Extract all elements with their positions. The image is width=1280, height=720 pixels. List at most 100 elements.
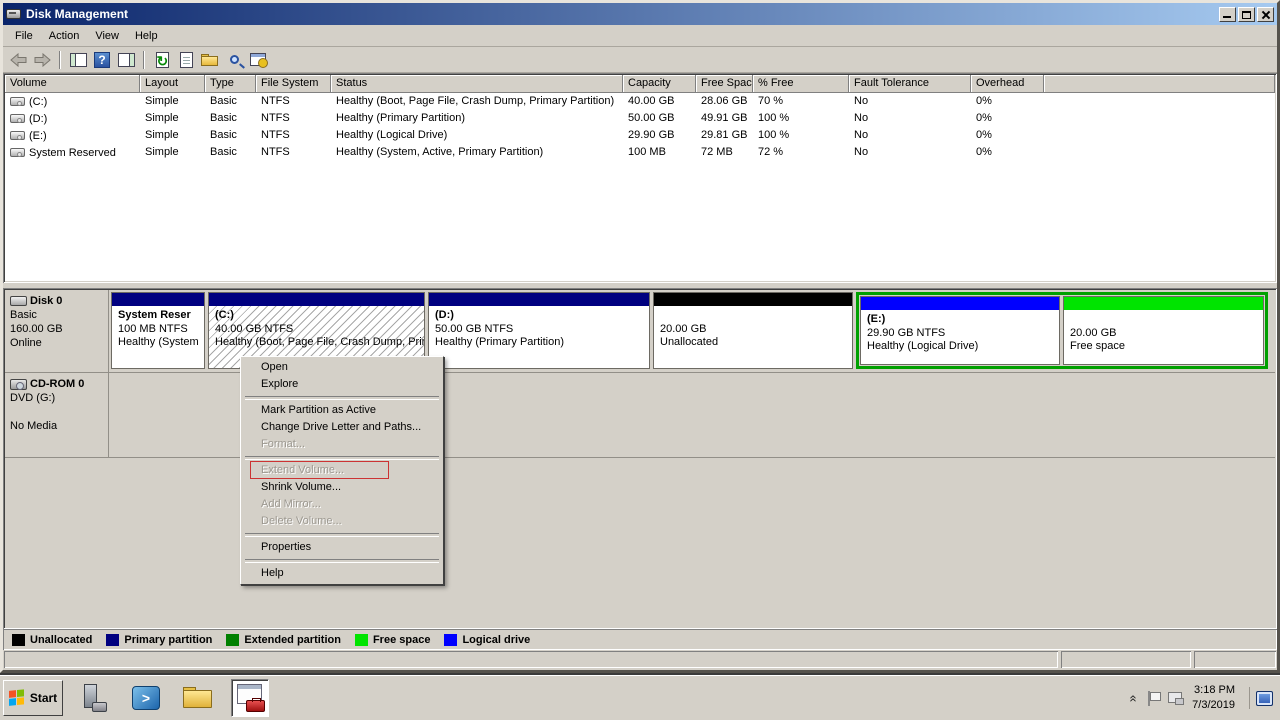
disk-name: CD-ROM 0 bbox=[10, 377, 105, 391]
start-button[interactable]: Start bbox=[3, 680, 63, 716]
column-header-overhead[interactable]: Overhead bbox=[971, 75, 1044, 93]
context-menu-separator bbox=[243, 453, 441, 462]
context-menu-item-change-drive-letter-and-paths[interactable]: Change Drive Letter and Paths... bbox=[243, 419, 441, 436]
partition-line: Unallocated bbox=[660, 336, 850, 349]
volume-cell: NTFS bbox=[256, 110, 331, 127]
disk-icon bbox=[10, 296, 27, 306]
properties-icon[interactable] bbox=[175, 49, 197, 71]
menu-help[interactable]: Help bbox=[127, 27, 166, 45]
context-menu-item-mark-partition-as-active[interactable]: Mark Partition as Active bbox=[243, 402, 441, 419]
volume-cell: Healthy (Primary Partition) bbox=[331, 110, 623, 127]
column-header-volume[interactable]: Volume bbox=[5, 75, 140, 93]
volume-icon bbox=[10, 148, 25, 157]
volume-row-e[interactable]: (E:)SimpleBasicNTFSHealthy (Logical Driv… bbox=[5, 127, 1275, 144]
partition-free-space[interactable]: 20.00 GBFree space bbox=[1063, 296, 1264, 365]
menu-file[interactable]: File bbox=[7, 27, 41, 45]
volume-cell: 0% bbox=[971, 110, 1044, 127]
menu-action[interactable]: Action bbox=[41, 27, 88, 45]
column-header-layout[interactable]: Layout bbox=[140, 75, 205, 93]
show-hidden-icons-button[interactable]: » bbox=[1125, 692, 1140, 704]
volume-cell: 50.00 GB bbox=[623, 110, 696, 127]
taskbar-app-powershell[interactable]: > bbox=[127, 679, 165, 717]
taskbar-app-file-explorer[interactable] bbox=[179, 679, 217, 717]
status-panel bbox=[1194, 651, 1276, 668]
disk0-label[interactable]: Disk 0Basic160.00 GBOnline bbox=[5, 290, 109, 372]
show-desktop-button[interactable] bbox=[1249, 687, 1273, 709]
volume-cell: 100 MB bbox=[623, 144, 696, 161]
open-folder-icon[interactable] bbox=[199, 49, 221, 71]
partition-unallocated[interactable]: 20.00 GBUnallocated bbox=[653, 292, 853, 369]
column-header--free[interactable]: % Free bbox=[753, 75, 849, 93]
cdrom0-label[interactable]: CD-ROM 0DVD (G:) No Media bbox=[5, 373, 109, 457]
partition-line: Healthy (Logical Drive) bbox=[867, 340, 1057, 353]
volume-row-c[interactable]: (C:)SimpleBasicNTFSHealthy (Boot, Page F… bbox=[5, 93, 1275, 110]
context-menu-item-explore[interactable]: Explore bbox=[243, 376, 441, 393]
file-explorer-icon bbox=[183, 687, 213, 709]
partition-d[interactable]: (D:)50.00 GB NTFSHealthy (Primary Partit… bbox=[428, 292, 650, 369]
close-button[interactable] bbox=[1257, 7, 1274, 22]
disk-label-line bbox=[10, 405, 105, 419]
column-header-capacity[interactable]: Capacity bbox=[623, 75, 696, 93]
partition-info: 20.00 GBUnallocated bbox=[654, 306, 852, 368]
volume-cell: 28.06 GB bbox=[696, 93, 753, 110]
action-pane-icon[interactable] bbox=[115, 49, 137, 71]
partition-context-menu: OpenExplore Mark Partition as ActiveChang… bbox=[240, 356, 444, 585]
volume-cell-filler bbox=[1044, 93, 1275, 110]
partition-line: 40.00 GB NTFS bbox=[215, 323, 422, 336]
legend-swatch bbox=[12, 634, 25, 646]
context-menu-item-open[interactable]: Open bbox=[243, 359, 441, 376]
maximize-button[interactable] bbox=[1238, 7, 1255, 22]
taskbar-clock[interactable]: 3:18 PM 7/3/2019 bbox=[1192, 683, 1241, 713]
context-menu-item-delete-volume: Delete Volume... bbox=[243, 513, 441, 530]
partition-e[interactable]: (E:)29.90 GB NTFSHealthy (Logical Drive) bbox=[860, 296, 1060, 365]
column-header-free-space[interactable]: Free Space bbox=[696, 75, 753, 93]
column-header-type[interactable]: Type bbox=[205, 75, 256, 93]
volume-cell: Basic bbox=[205, 110, 256, 127]
forward-icon[interactable] bbox=[31, 49, 53, 71]
status-panel bbox=[4, 651, 1058, 668]
disk-label-line: Online bbox=[10, 336, 105, 350]
server-manager-icon bbox=[81, 684, 107, 712]
partition-title bbox=[1070, 313, 1261, 327]
toolbar-separator bbox=[59, 51, 61, 69]
disk-label-line: DVD (G:) bbox=[10, 391, 105, 405]
disk0-row: Disk 0Basic160.00 GBOnlineSystem Reser10… bbox=[5, 290, 1275, 373]
find-icon[interactable] bbox=[223, 49, 245, 71]
system-tray: » 3:18 PM 7/3/2019 bbox=[1126, 679, 1277, 717]
context-menu-item-help[interactable]: Help bbox=[243, 565, 441, 582]
back-icon[interactable] bbox=[7, 49, 29, 71]
disk-label-line: Basic bbox=[10, 308, 105, 322]
volume-cell: Basic bbox=[205, 93, 256, 110]
legend-label: Primary partition bbox=[124, 634, 212, 646]
volume-cell: 0% bbox=[971, 144, 1044, 161]
disk-graphical-view: Disk 0Basic160.00 GBOnlineSystem Reser10… bbox=[3, 288, 1277, 629]
taskbar-app-server-manager[interactable] bbox=[75, 679, 113, 717]
window-title: Disk Management bbox=[26, 7, 1219, 21]
context-menu-item-shrink-volume[interactable]: Shrink Volume... bbox=[243, 479, 441, 496]
partition-system-reserved[interactable]: System Reser100 MB NTFSHealthy (System bbox=[111, 292, 205, 369]
volume-row-d[interactable]: (D:)SimpleBasicNTFSHealthy (Primary Part… bbox=[5, 110, 1275, 127]
network-icon[interactable] bbox=[1168, 691, 1184, 705]
column-header-status[interactable]: Status bbox=[331, 75, 623, 93]
action-center-flag-icon[interactable] bbox=[1146, 691, 1160, 706]
disk-management-window: Disk Management FileActionViewHelp ?↻ Vo… bbox=[0, 0, 1280, 673]
column-header-file-system[interactable]: File System bbox=[256, 75, 331, 93]
legend-label: Free space bbox=[373, 634, 430, 646]
windows-flag-icon bbox=[9, 689, 26, 707]
volume-cell: Simple bbox=[140, 144, 205, 161]
volume-row-system-reserved[interactable]: System ReservedSimpleBasicNTFSHealthy (S… bbox=[5, 144, 1275, 161]
volume-cell: 72 % bbox=[753, 144, 849, 161]
console-tree-icon[interactable] bbox=[67, 49, 89, 71]
menu-bar: FileActionViewHelp bbox=[3, 25, 1277, 47]
taskbar-app-computer-management[interactable] bbox=[231, 679, 269, 717]
refresh-icon[interactable]: ↻ bbox=[151, 49, 173, 71]
partition-color-bar bbox=[112, 293, 204, 306]
context-menu-item-properties[interactable]: Properties bbox=[243, 539, 441, 556]
menu-view[interactable]: View bbox=[87, 27, 127, 45]
help-icon[interactable]: ? bbox=[91, 49, 113, 71]
volume-cell: Basic bbox=[205, 144, 256, 161]
disk-settings-icon[interactable] bbox=[247, 49, 269, 71]
column-header-fault-tolerance[interactable]: Fault Tolerance bbox=[849, 75, 971, 93]
partition-color-bar bbox=[861, 297, 1059, 310]
minimize-button[interactable] bbox=[1219, 7, 1236, 22]
